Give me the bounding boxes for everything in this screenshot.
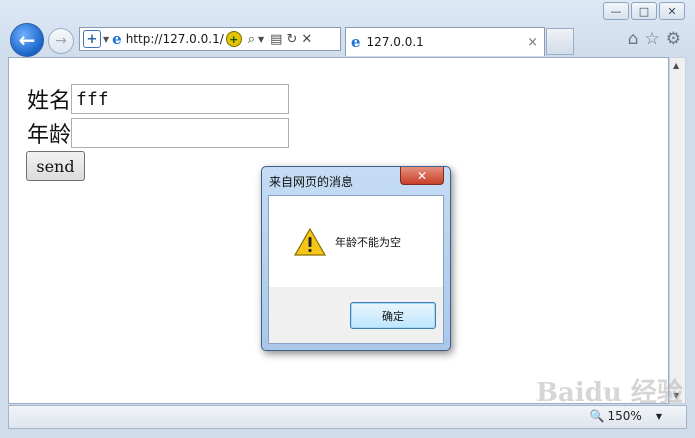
- zoom-magnifier-icon: 🔍: [589, 409, 605, 423]
- age-row: 年龄: [27, 117, 290, 149]
- ie-page-icon: e: [112, 30, 122, 48]
- tab-127-0-0-1[interactable]: e 127.0.0.1 ×: [345, 27, 545, 56]
- zoom-level: 150%: [607, 409, 642, 423]
- address-bar[interactable]: + ▼ e http://127.0.0.1/ + ⌕ ▼ ▤ ↻ ✕: [79, 27, 341, 51]
- toolbar-icons: ⌂ ☆ ⚙: [622, 29, 681, 49]
- browser-window: — □ ✕ ← → + ▼ e http://127.0.0.1/ + ⌕ ▼ …: [0, 0, 695, 438]
- tab-title: 127.0.0.1: [366, 35, 424, 49]
- minimize-button[interactable]: —: [603, 2, 629, 20]
- dialog-close-button[interactable]: ✕: [400, 167, 444, 185]
- name-input[interactable]: [71, 84, 290, 114]
- chevron-down-icon[interactable]: ▼: [103, 35, 109, 44]
- minimize-icon: —: [610, 4, 622, 18]
- alert-dialog: 来自网页的消息 ✕ 年龄不能为空 确定: [261, 166, 451, 351]
- new-tab-button[interactable]: [546, 28, 574, 55]
- compatibility-view-icon[interactable]: +: [225, 31, 242, 47]
- close-icon: ✕: [416, 168, 428, 183]
- ie-tab-icon: e: [351, 33, 361, 51]
- favorites-star-icon[interactable]: ☆: [645, 29, 660, 49]
- address-url[interactable]: http://127.0.0.1/: [126, 32, 224, 46]
- baidu-watermark: Baidu 经验: [536, 378, 683, 408]
- back-arrow-icon: ←: [18, 28, 36, 52]
- search-icon[interactable]: ⌕: [248, 32, 255, 47]
- settings-gear-icon[interactable]: ⚙: [666, 29, 681, 49]
- window-caption-buttons: — □ ✕: [601, 2, 685, 20]
- stop-icon[interactable]: ✕: [301, 32, 312, 47]
- name-label: 姓名: [27, 89, 72, 114]
- age-label: 年龄: [27, 123, 72, 148]
- compat-page-icon[interactable]: ▤: [270, 32, 282, 47]
- shield-plus-icon[interactable]: +: [83, 30, 101, 48]
- warning-icon: [294, 228, 326, 256]
- zoom-control[interactable]: 🔍 150% ▼: [590, 409, 662, 423]
- maximize-icon: □: [638, 4, 650, 18]
- tab-close-icon[interactable]: ×: [527, 35, 538, 50]
- send-button[interactable]: send: [26, 151, 85, 181]
- refresh-icon[interactable]: ↻: [286, 32, 297, 47]
- home-icon[interactable]: ⌂: [628, 29, 639, 49]
- search-dropdown-icon[interactable]: ▼: [258, 35, 264, 44]
- close-icon: ✕: [667, 4, 677, 18]
- vertical-scrollbar[interactable]: ▲ ▼: [669, 57, 686, 404]
- close-window-button[interactable]: ✕: [659, 2, 685, 20]
- dialog-title: 来自网页的消息: [269, 175, 354, 189]
- scroll-up-icon[interactable]: ▲: [673, 61, 679, 70]
- navigation-bar: ← → + ▼ e http://127.0.0.1/ + ⌕ ▼ ▤ ↻ ✕ …: [0, 22, 695, 57]
- back-button[interactable]: ←: [10, 23, 44, 57]
- dialog-message: 年龄不能为空: [335, 236, 401, 249]
- name-row: 姓名: [27, 83, 290, 115]
- maximize-button[interactable]: □: [631, 2, 657, 20]
- ok-button[interactable]: 确定: [350, 302, 436, 329]
- forward-button[interactable]: →: [48, 28, 74, 54]
- dialog-body: 年龄不能为空 确定: [268, 195, 444, 344]
- forward-arrow-icon: →: [55, 33, 67, 49]
- zoom-dropdown-icon[interactable]: ▼: [656, 412, 662, 421]
- age-input[interactable]: [71, 118, 290, 148]
